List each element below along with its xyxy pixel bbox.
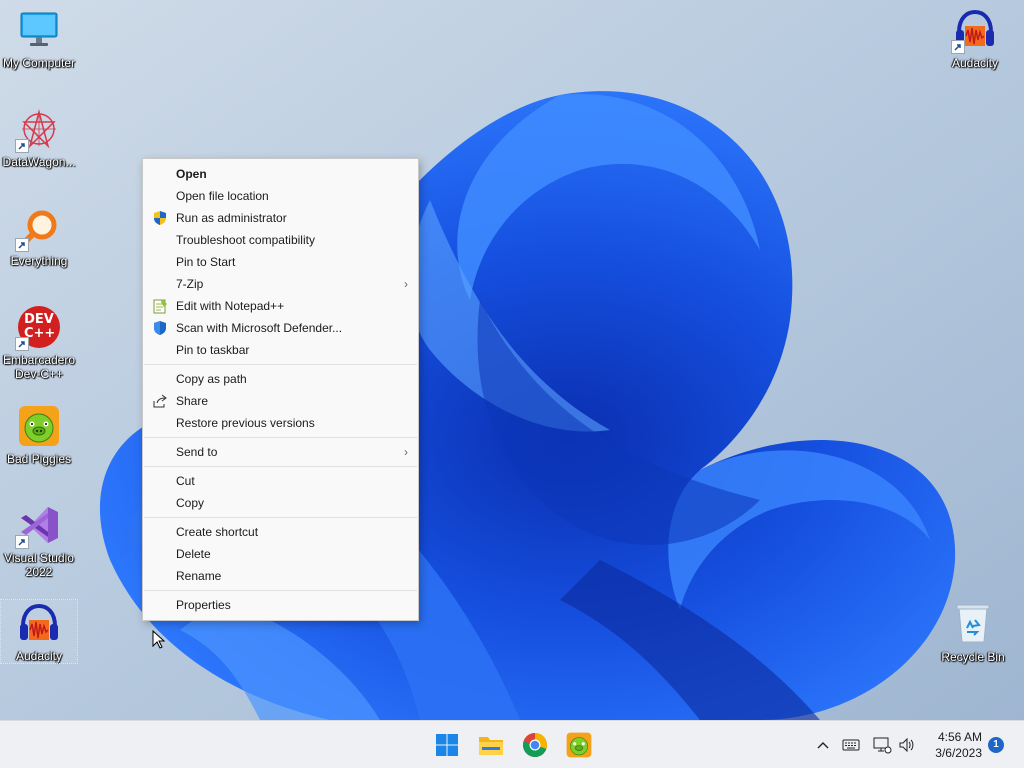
notification-badge[interactable]: 1 [988,737,1004,753]
share-icon [152,393,168,409]
folder-icon [479,737,503,755]
recycle-bin-icon [956,604,990,643]
desktop-icon-audacity[interactable]: Audacity [937,6,1013,70]
volume-icon [899,737,914,753]
network-icon [873,737,892,754]
menu-item-create-shortcut[interactable]: Create shortcut [143,521,418,543]
bad-piggies-icon [566,732,592,758]
taskbar: 4:56 AM 3/6/2023 1 [0,720,1024,768]
taskbar-chrome[interactable] [519,729,551,761]
desktop-icon-datawagon[interactable]: DataWagon... [1,105,77,169]
desktop-icon-everything[interactable]: Everything [1,204,77,268]
tray-network-button[interactable] [872,735,892,755]
menu-separator [144,466,417,467]
keyboard-icon [842,739,860,751]
clock-time: 4:56 AM [937,730,982,744]
menu-item-pin-to-start[interactable]: Pin to Start [143,251,418,273]
shortcut-arrow-icon [951,40,965,54]
menu-item-7zip[interactable]: 7-Zip › [143,273,418,295]
menu-item-scan-with-defender[interactable]: Scan with Microsoft Defender... [143,317,418,339]
clock-date: 3/6/2023 [935,746,982,760]
menu-item-open-file-location[interactable]: Open file location [143,185,418,207]
desktop-icon-my-computer[interactable]: My Computer [1,6,77,70]
menu-item-properties[interactable]: Properties [143,594,418,616]
submenu-arrow-icon: › [404,277,408,291]
menu-item-share[interactable]: Share [143,390,418,412]
start-button[interactable] [431,729,463,761]
monitor-icon [20,12,58,46]
menu-item-troubleshoot-compatibility[interactable]: Troubleshoot compatibility [143,229,418,251]
defender-shield-icon [152,320,168,336]
menu-item-edit-with-notepadpp[interactable]: Edit with Notepad++ [143,295,418,317]
menu-item-copy[interactable]: Copy [143,492,418,514]
menu-item-pin-to-taskbar[interactable]: Pin to taskbar [143,339,418,361]
notepadpp-icon [152,298,168,314]
clock[interactable]: 4:56 AM 3/6/2023 [935,729,982,761]
desktop-icon-audacity-selected[interactable]: Audacity [0,599,78,664]
menu-item-delete[interactable]: Delete [143,543,418,565]
mouse-pointer-icon [152,630,166,649]
shortcut-arrow-icon [15,535,29,549]
menu-item-cut[interactable]: Cut [143,470,418,492]
shortcut-arrow-icon [15,139,29,153]
menu-separator [144,437,417,438]
submenu-arrow-icon: › [404,445,408,459]
menu-item-rename[interactable]: Rename [143,565,418,587]
menu-item-open[interactable]: Open [143,163,418,185]
desktop-icon-visual-studio[interactable]: Visual Studio 2022 [1,501,77,579]
chrome-icon [522,733,548,758]
desktop-icon-recycle-bin[interactable]: Recycle Bin [935,600,1011,664]
uac-shield-icon [152,210,168,226]
shortcut-arrow-icon [15,337,29,351]
menu-separator [144,364,417,365]
tray-keyboard-button[interactable] [841,735,861,755]
windows-start-icon [436,734,458,756]
desktop-icon-bad-piggies[interactable]: Bad Piggies [1,402,77,466]
menu-separator [144,590,417,591]
context-menu: Open Open file location Run as administr… [142,158,419,621]
menu-item-restore-previous-versions[interactable]: Restore previous versions [143,412,418,434]
menu-item-run-as-administrator[interactable]: Run as administrator [143,207,418,229]
shortcut-arrow-icon [15,238,29,252]
taskbar-file-explorer[interactable] [475,729,507,761]
taskbar-bad-piggies[interactable] [563,729,595,761]
bad-piggies-icon [19,406,59,446]
menu-item-send-to[interactable]: Send to › [143,441,418,463]
tray-volume-button[interactable] [897,735,917,755]
chevron-up-icon [817,742,829,749]
menu-separator [144,517,417,518]
menu-item-copy-as-path[interactable]: Copy as path [143,368,418,390]
audacity-icon [20,603,58,640]
tray-overflow-button[interactable] [813,735,833,755]
desktop-icon-devcpp[interactable]: DEV C++ Embarcadero Dev-C++ [1,303,77,381]
